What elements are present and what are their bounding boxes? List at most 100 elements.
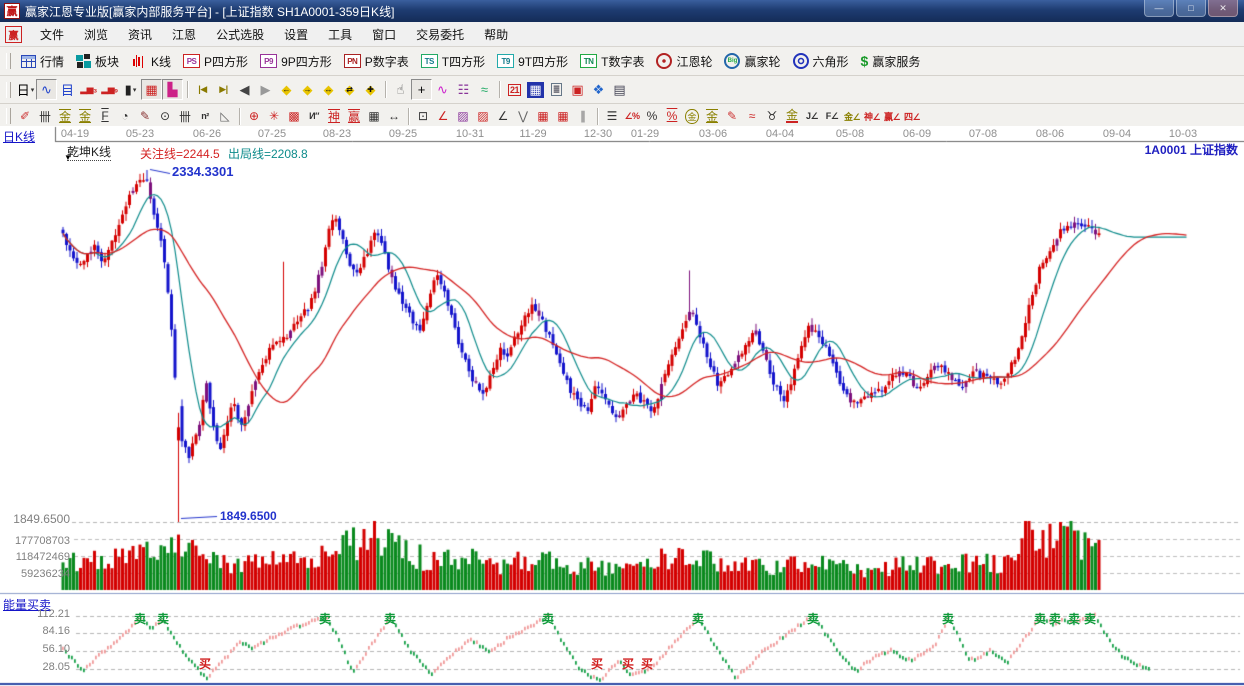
gold-angle-icon[interactable]: 金∠ [842, 107, 862, 126]
web-update-icon[interactable]: ❖ [588, 79, 609, 100]
menu-browse[interactable]: 浏览 [74, 22, 118, 46]
chip-distribution-icon[interactable]: ▦ [141, 79, 162, 100]
menu-help[interactable]: 帮助 [474, 22, 518, 46]
v-line-icon[interactable]: ⋁ [513, 107, 533, 126]
measure-draw-icon[interactable]: ✎ [135, 107, 155, 126]
ying-grid-icon[interactable]: 赢 [344, 107, 364, 126]
gold-underline-icon[interactable]: 金 [782, 107, 802, 126]
expand-all-diamond-icon[interactable]: ◆✚ [360, 79, 381, 100]
menu-news[interactable]: 资讯 [118, 22, 162, 46]
prev-page-icon[interactable]: ◀ [234, 79, 255, 100]
spiral-icon[interactable]: ◔ [115, 107, 135, 126]
red-grid-axis-icon[interactable]: ▦ [553, 107, 573, 126]
fan-box-purple-icon[interactable]: ▨ [453, 107, 473, 126]
percent-line-icon[interactable]: % [662, 107, 682, 126]
gann-fan-icon[interactable]: ∠ [433, 107, 453, 126]
winner-wheel-button[interactable]: Big赢家轮 [718, 49, 786, 73]
si-angle-icon[interactable]: 四∠ [902, 107, 922, 126]
menu-window[interactable]: 窗口 [362, 22, 406, 46]
period-day-selector[interactable]: 日▾ [15, 79, 36, 100]
j-angle-icon[interactable]: J∠ [802, 107, 822, 126]
parallel-lines-icon[interactable]: ∥ [573, 107, 593, 126]
gold-circle-icon[interactable]: 金 [682, 107, 702, 126]
nine-t-square-button[interactable]: T99T四方形 [491, 49, 574, 73]
grid-123-icon[interactable]: ▦ [364, 107, 384, 126]
step-pattern-icon[interactable]: ☷ [453, 79, 474, 100]
notes-icon[interactable]: ≣ [546, 79, 567, 100]
golden-ratio-lines-icon[interactable]: 金 [55, 107, 75, 126]
square-web-icon[interactable]: ▩ [284, 107, 304, 126]
t-table-button[interactable]: TNT数字表 [574, 49, 650, 73]
next-page-icon[interactable]: ▶ [255, 79, 276, 100]
percent-icon[interactable]: % [642, 107, 662, 126]
calendar-icon[interactable]: 21 [504, 79, 525, 100]
f10-info-icon[interactable]: 目 [57, 79, 78, 100]
first-page-icon[interactable]: |◀ [192, 79, 213, 100]
qiankun-kline-selector[interactable]: 乾坤K线 [67, 143, 111, 161]
crosshair-icon[interactable]: + [411, 79, 432, 100]
p-table-button[interactable]: PNP数字表 [338, 49, 415, 73]
golden-ratio-lines2-icon[interactable]: 金 [75, 107, 95, 126]
gann-wheel-button[interactable]: 江恩轮 [650, 49, 718, 73]
last-page-icon[interactable]: ▶| [213, 79, 234, 100]
menu-trade[interactable]: 交易委托 [406, 22, 474, 46]
pane-label-kline[interactable]: 日K线 [3, 128, 35, 145]
angle-ruler-icon[interactable]: ◺ [215, 107, 235, 126]
n-square-icon[interactable]: n² [195, 107, 215, 126]
period-day-selector-dropdown-arrow[interactable]: ▾ [31, 86, 35, 94]
close-button[interactable]: ✕ [1208, 0, 1238, 17]
expand-h-diamond-icon[interactable]: ◆↔ [318, 79, 339, 100]
polyline-draw-icon[interactable]: ∿ [432, 79, 453, 100]
gann-box-icon[interactable]: ⊡ [413, 107, 433, 126]
p-square-button[interactable]: PSP四方形 [177, 49, 254, 73]
zoom-left-diamond-icon[interactable]: ◆← [276, 79, 297, 100]
shen-angle-icon[interactable]: 神∠ [862, 107, 882, 126]
width-arrows-icon[interactable]: ↔ [384, 107, 404, 126]
gann-grid-lines-icon[interactable]: 卌 [35, 107, 55, 126]
menu-tools[interactable]: 工具 [318, 22, 362, 46]
f-angle-icon[interactable]: F∠ [822, 107, 842, 126]
price-lines-icon[interactable]: 卌 [175, 107, 195, 126]
menu-file[interactable]: 文件 [30, 22, 74, 46]
single-candle-selector-dropdown-arrow[interactable]: ▾ [133, 86, 137, 94]
quotes-button[interactable]: 行情 [15, 49, 70, 73]
winner-service-button[interactable]: $赢家服务 [855, 49, 927, 73]
nine-p-square-button[interactable]: P99P四方形 [254, 49, 338, 73]
target-circle-icon[interactable]: ⊕ [244, 107, 264, 126]
kline-chart-canvas[interactable] [0, 126, 1244, 686]
gann-clock-icon[interactable]: ⊙ [155, 107, 175, 126]
maximize-button[interactable]: □ [1176, 0, 1206, 17]
ying-angle-icon[interactable]: 赢∠ [882, 107, 902, 126]
qiankun-dropdown-icon[interactable]: ▼ [64, 153, 72, 162]
gold-level-icon[interactable]: 金 [702, 107, 722, 126]
minimize-button[interactable]: — [1144, 0, 1174, 17]
kline-button[interactable]: K线 [125, 49, 177, 73]
compress-diamond-icon[interactable]: ◆⇄ [339, 79, 360, 100]
zoom-right-diamond-icon[interactable]: ◆→ [297, 79, 318, 100]
draw-brush-icon[interactable]: ✐ [15, 107, 35, 126]
print-icon[interactable]: ▤ [609, 79, 630, 100]
hexagon-button[interactable]: 六角形 [787, 49, 855, 73]
fibonacci-lines-icon[interactable]: F [95, 107, 115, 126]
ink-angle-icon[interactable]: ✎ [722, 107, 742, 126]
calculator-icon[interactable]: ▦ [525, 79, 546, 100]
volume-profile-icon[interactable]: ▙ [162, 79, 183, 100]
save-icon[interactable]: ▣ [567, 79, 588, 100]
nine-bars-icon[interactable]: ▂▅₉ [99, 79, 120, 100]
three-bars-icon[interactable]: ▂▅₃ [78, 79, 99, 100]
menu-formula-pick[interactable]: 公式选股 [206, 22, 274, 46]
trend-angle-icon[interactable]: ∠ [493, 107, 513, 126]
wave-a-icon[interactable]: ≈ [742, 107, 762, 126]
wave-pattern-icon[interactable]: ≈ [474, 79, 495, 100]
scale-list-icon[interactable]: ☰ [602, 107, 622, 126]
percent-angle-icon[interactable]: ∠% [622, 107, 642, 126]
menu-gann[interactable]: 江恩 [162, 22, 206, 46]
single-candle-selector[interactable]: ▮▾ [120, 79, 141, 100]
trend-pattern-icon[interactable]: ∿ [36, 79, 57, 100]
sectors-button[interactable]: 板块 [70, 49, 125, 73]
star-web-icon[interactable]: ✳ [264, 107, 284, 126]
red-grid-icon[interactable]: ▦ [533, 107, 553, 126]
t-square-button[interactable]: TST四方形 [415, 49, 491, 73]
fan-box-red-icon[interactable]: ▨ [473, 107, 493, 126]
pan-hand-icon[interactable]: ☝ [390, 79, 411, 100]
